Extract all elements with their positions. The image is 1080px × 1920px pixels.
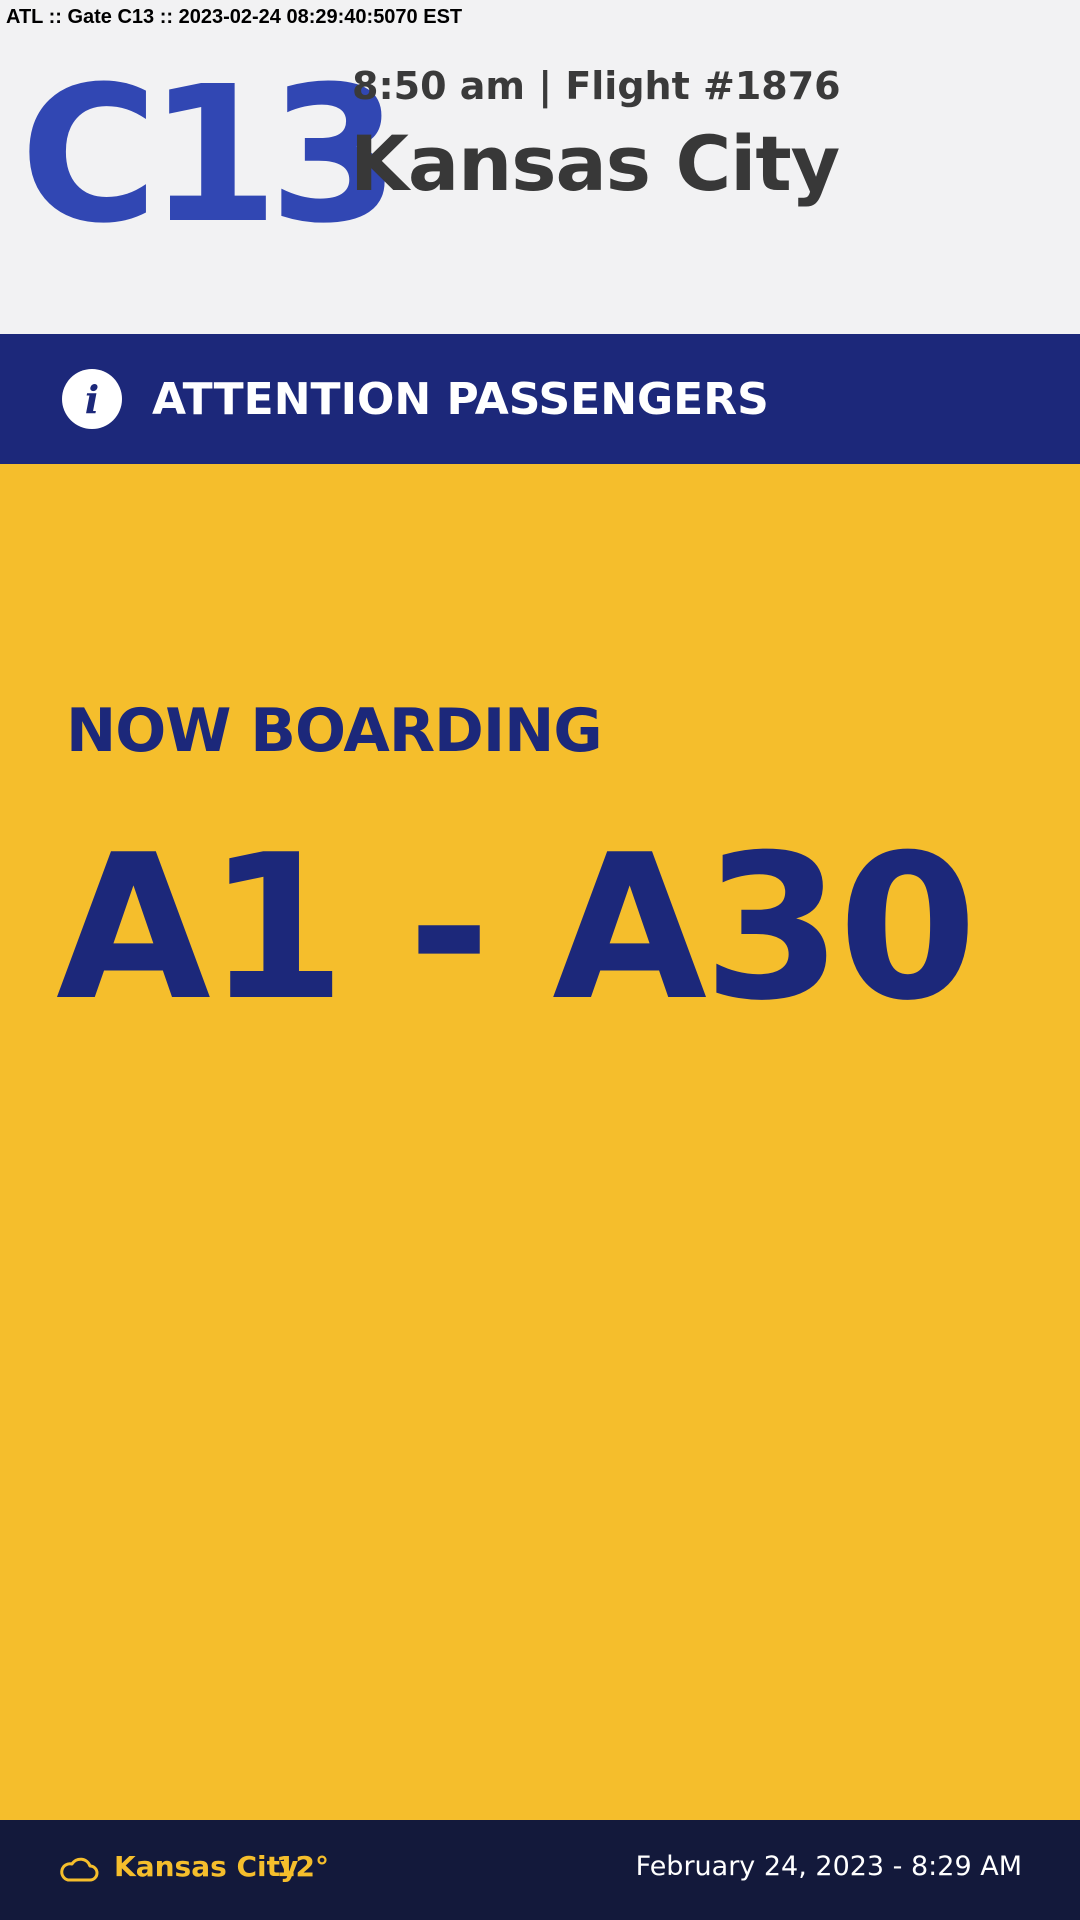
destination-city: Kansas City: [350, 119, 840, 208]
gate-number: C13: [20, 46, 400, 265]
gate-display-screen: ATL :: Gate C13 :: 2023-02-24 08:29:40:5…: [0, 0, 1080, 1920]
boarding-notice-panel: NOW BOARDING A1 - A30: [0, 464, 1080, 1820]
gate-header: ATL :: Gate C13 :: 2023-02-24 08:29:40:5…: [0, 0, 1080, 334]
attention-banner: i ATTENTION PASSENGERS: [0, 334, 1080, 464]
boarding-status: NOW BOARDING: [66, 696, 603, 766]
attention-label: ATTENTION PASSENGERS: [152, 373, 769, 425]
current-date-time: February 24, 2023 - 8:29 AM: [635, 1851, 1022, 1882]
cloud-icon: [60, 1857, 99, 1882]
info-icon: i: [62, 369, 122, 429]
flight-time-and-number: 8:50 am | Flight #1876: [352, 64, 841, 108]
footer-bar: Kansas City 12° February 24, 2023 - 8:29…: [0, 1820, 1080, 1920]
boarding-groups: A1 - A30: [56, 812, 977, 1045]
weather-temperature: 12°: [276, 1850, 329, 1883]
system-status-line: ATL :: Gate C13 :: 2023-02-24 08:29:40:5…: [6, 6, 463, 28]
weather-city: Kansas City: [114, 1850, 299, 1883]
